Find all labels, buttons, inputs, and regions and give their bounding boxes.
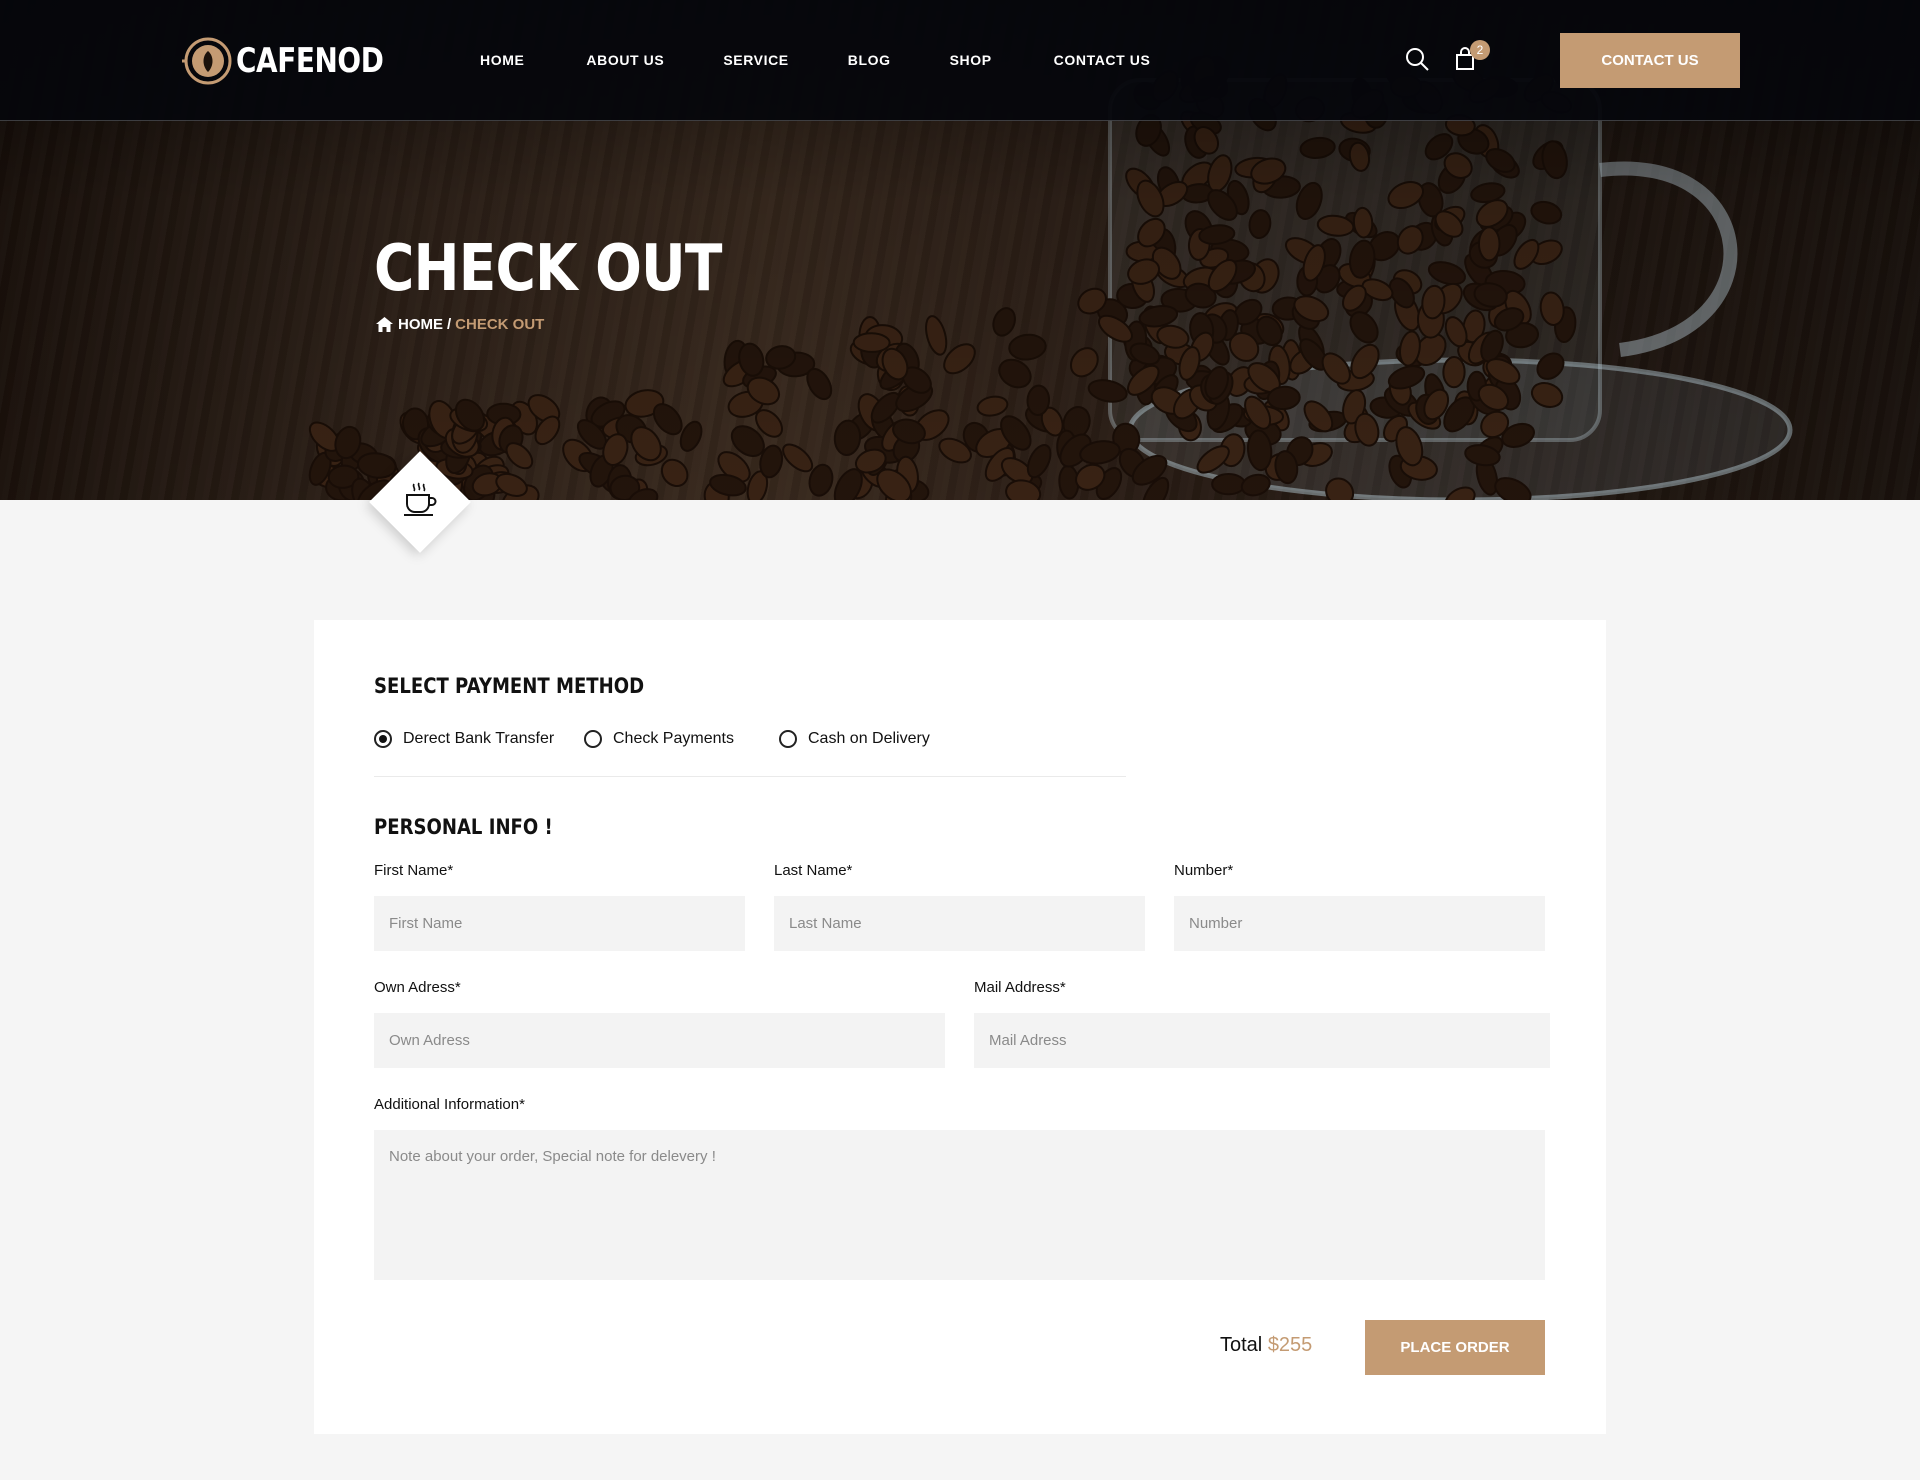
coffee-badge	[369, 451, 471, 553]
additional-info-textarea[interactable]	[374, 1130, 1545, 1280]
nav-about-us[interactable]: ABOUT US	[586, 52, 664, 68]
payment-option-check[interactable]: Check Payments	[584, 730, 734, 748]
total-label: Total	[1220, 1334, 1263, 1356]
payment-option-bank-transfer[interactable]: Derect Bank Transfer	[374, 730, 554, 748]
payment-option-label: Cash on Delivery	[808, 730, 930, 747]
mail-address-input[interactable]	[974, 1013, 1550, 1068]
radio-indicator[interactable]	[779, 730, 797, 748]
breadcrumb-home[interactable]: HOME	[398, 316, 443, 333]
nav-shop[interactable]: SHOP	[950, 52, 992, 68]
checkout-card: SELECT PAYMENT METHOD Derect Bank Transf…	[314, 620, 1606, 1434]
personal-info-title: PERSONAL INFO !	[374, 815, 553, 839]
breadcrumb: HOME / CHECK OUT	[376, 316, 544, 333]
coffee-cup-logo-icon	[182, 37, 232, 85]
header-contact-button[interactable]: CONTACT US	[1560, 33, 1740, 88]
nav-home[interactable]: HOME	[480, 52, 524, 68]
total-amount: $255	[1267, 1334, 1313, 1356]
mail-address-label: Mail Address*	[974, 979, 1066, 996]
cart-count-badge: 2	[1470, 40, 1490, 60]
home-icon	[376, 317, 393, 332]
main-nav: HOME ABOUT US SERVICE BLOG SHOP CONTACT …	[480, 52, 1210, 68]
order-total: Total $255	[1220, 1334, 1312, 1357]
payment-option-label: Derect Bank Transfer	[403, 730, 555, 747]
brand-logo[interactable]: CAFENOD	[178, 34, 416, 88]
first-name-input[interactable]	[374, 896, 745, 951]
section-divider	[374, 776, 1126, 777]
search-icon[interactable]	[1404, 46, 1430, 72]
nav-service[interactable]: SERVICE	[723, 52, 788, 68]
payment-option-cash[interactable]: Cash on Delivery	[779, 730, 930, 748]
own-address-label: Own Adress*	[374, 979, 461, 996]
payment-option-label: Check Payments	[613, 730, 734, 747]
additional-info-label: Additional Information*	[374, 1096, 525, 1113]
page-title: CHECK OUT	[374, 232, 722, 306]
number-input[interactable]	[1174, 896, 1545, 951]
radio-indicator[interactable]	[584, 730, 602, 748]
site-header: CAFENOD HOME ABOUT US SERVICE BLOG SHOP …	[0, 0, 1920, 121]
nav-blog[interactable]: BLOG	[848, 52, 891, 68]
first-name-label: First Name*	[374, 862, 454, 879]
nav-contact-us[interactable]: CONTACT US	[1054, 52, 1151, 68]
place-order-button[interactable]: PLACE ORDER	[1365, 1320, 1545, 1375]
radio-selected-indicator[interactable]	[374, 730, 392, 748]
breadcrumb-current: CHECK OUT	[455, 316, 545, 333]
breadcrumb-separator: /	[447, 316, 452, 333]
own-address-input[interactable]	[374, 1013, 945, 1068]
brand-name: CAFENOD	[236, 41, 384, 81]
hot-coffee-cup-icon	[404, 482, 437, 516]
last-name-label: Last Name*	[774, 862, 853, 879]
payment-section-title: SELECT PAYMENT METHOD	[374, 674, 645, 698]
last-name-input[interactable]	[774, 896, 1145, 951]
number-label: Number*	[1174, 862, 1234, 879]
